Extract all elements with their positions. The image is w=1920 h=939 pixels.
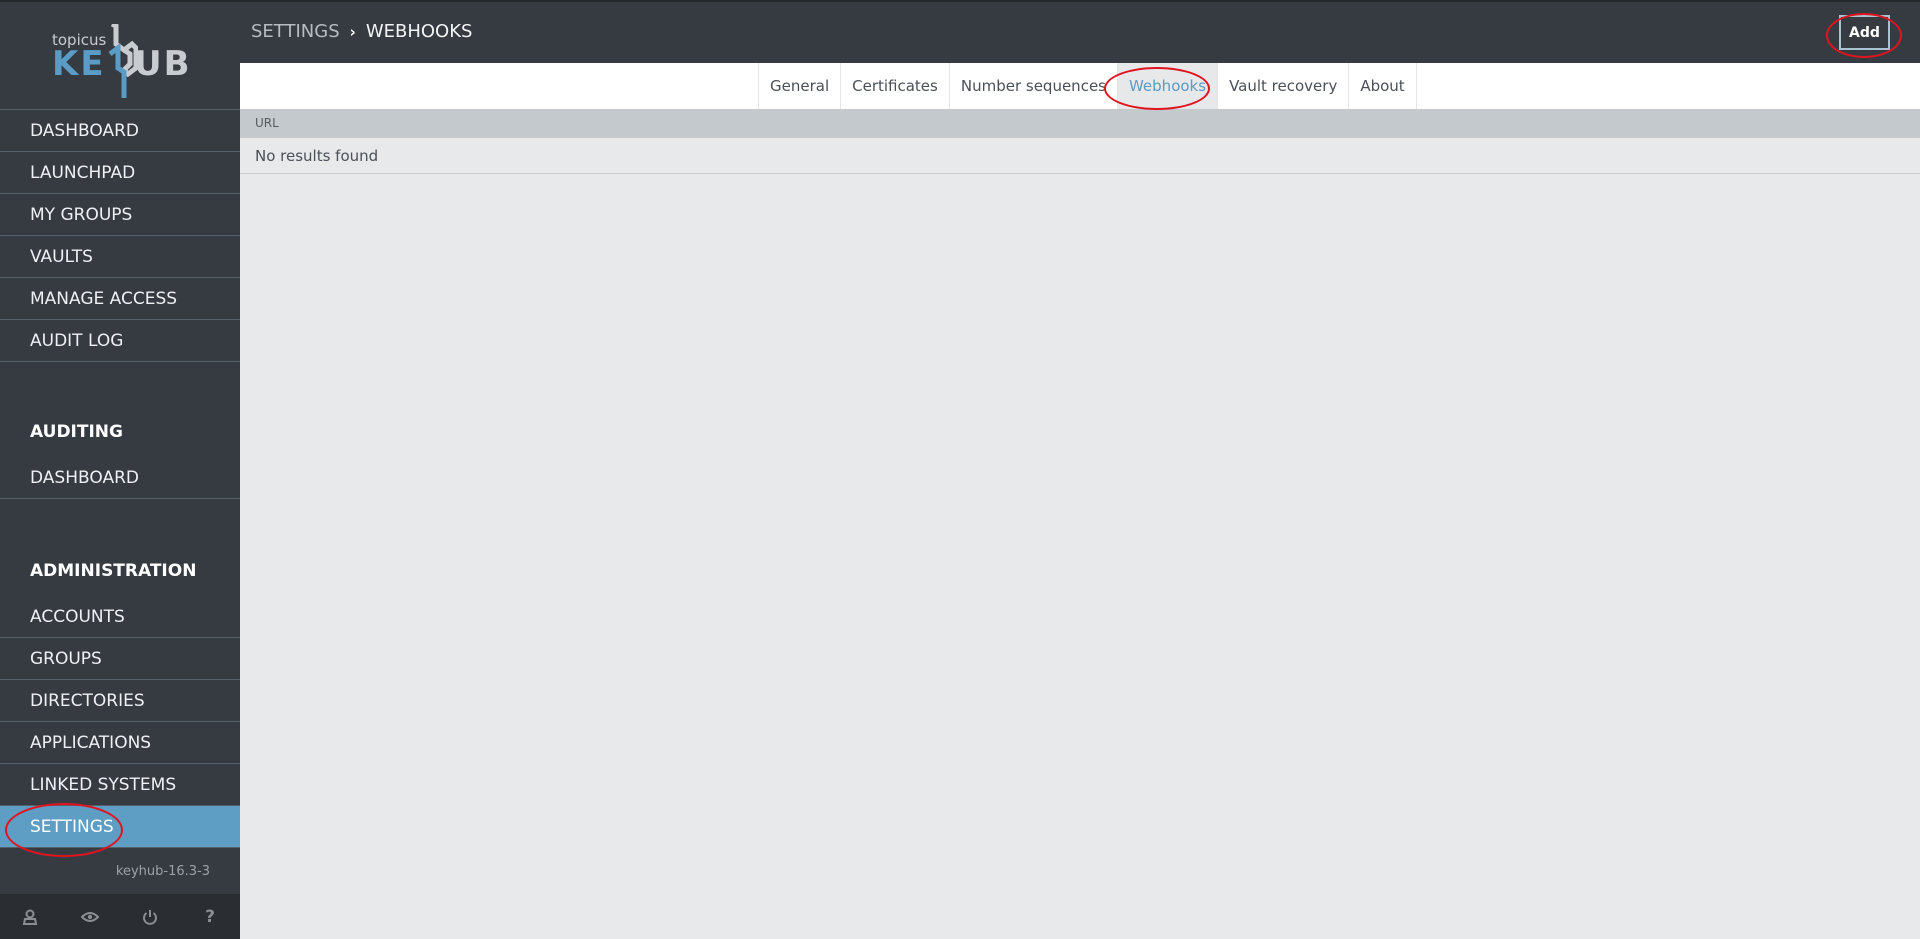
sidebar-item-settings[interactable]: SETTINGS [0,806,240,848]
power-icon [143,909,157,925]
logout-button[interactable] [120,894,180,939]
section-heading-administration: ADMINISTRATION [30,561,197,581]
keyhub-logo[interactable]: topicus KE UB [0,2,240,110]
version-label: keyhub-16.3-3 [115,864,210,879]
tab-webhooks[interactable]: Webhooks [1117,63,1219,109]
tab-certificates[interactable]: Certificates [841,63,950,109]
user-icon [22,909,38,925]
tab-general[interactable]: General [759,63,842,109]
sidebar-item-audit-log[interactable]: AUDIT LOG [0,320,240,362]
top-header: SETTINGS › WEBHOOKS Add [240,2,1920,63]
breadcrumb-chevron-icon: › [349,22,356,41]
help-button[interactable]: ? [180,894,240,939]
section-heading-auditing: AUDITING [30,422,123,442]
add-webhook-button[interactable]: Add [1839,15,1890,50]
settings-tabs: General Certificates Number sequences We… [758,63,1417,109]
sidebar-item-accounts[interactable]: ACCOUNTS [0,596,240,638]
column-header-url[interactable]: URL [240,109,1920,138]
breadcrumb-settings[interactable]: SETTINGS [251,21,340,42]
profile-button[interactable] [0,894,60,939]
sidebar-item-linked-systems[interactable]: LINKED SYSTEMS [0,764,240,806]
sidebar-item-auditing-dashboard[interactable]: DASHBOARD [0,457,240,499]
eye-icon [81,911,99,922]
sidebar-item-applications[interactable]: APPLICATIONS [0,722,240,764]
view-button[interactable] [60,894,120,939]
sidebar-item-my-groups[interactable]: MY GROUPS [0,194,240,236]
breadcrumb-webhooks: WEBHOOKS [365,21,473,42]
webhooks-table: URL No results found [240,109,1920,174]
tab-number-sequences[interactable]: Number sequences [950,63,1118,109]
sidebar-bottom-bar: ? [0,894,240,939]
sidebar-item-launchpad[interactable]: LAUNCHPAD [0,152,240,194]
sidebar-item-directories[interactable]: DIRECTORIES [0,680,240,722]
sidebar: topicus KE UB DASHBOARD LAUNCHPAD MY GRO… [0,2,240,939]
logo-key-text: KE [52,44,106,84]
help-icon: ? [205,906,215,927]
breadcrumb: SETTINGS › WEBHOOKS [251,21,472,42]
tab-about[interactable]: About [1349,63,1417,109]
empty-results-row: No results found [240,138,1920,174]
sidebar-item-vaults[interactable]: VAULTS [0,236,240,278]
logo-hub-text: UB [134,44,192,84]
tab-vault-recovery[interactable]: Vault recovery [1218,63,1350,109]
sidebar-item-dashboard[interactable]: DASHBOARD [0,110,240,152]
auditing-nav: DASHBOARD [0,457,240,499]
sidebar-item-manage-access[interactable]: MANAGE ACCESS [0,278,240,320]
settings-tab-bar: General Certificates Number sequences We… [240,63,1920,109]
main-nav: DASHBOARD LAUNCHPAD MY GROUPS VAULTS MAN… [0,110,240,362]
administration-nav: ACCOUNTS GROUPS DIRECTORIES APPLICATIONS… [0,596,240,848]
sidebar-item-groups[interactable]: GROUPS [0,638,240,680]
